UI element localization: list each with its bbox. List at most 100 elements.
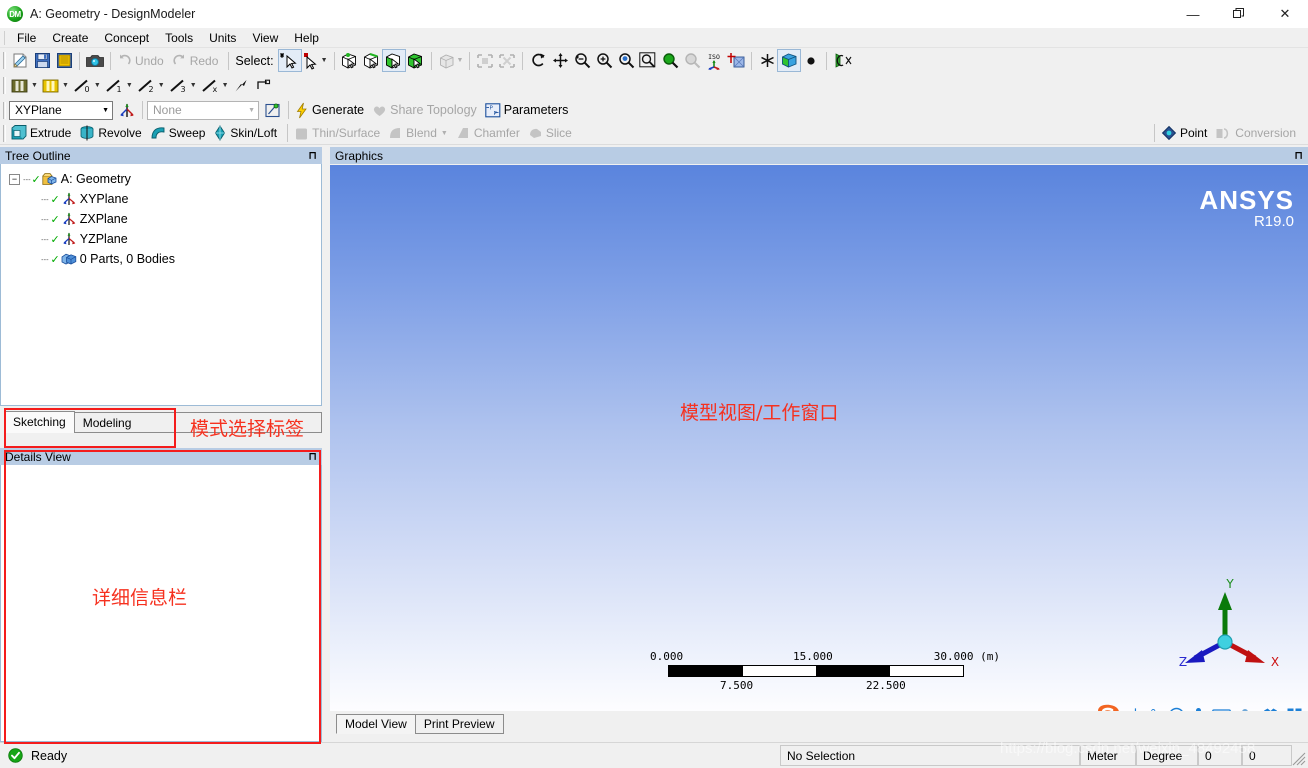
conversion-button[interactable]: Conversion: [1213, 123, 1302, 144]
wireframe-button[interactable]: [777, 49, 802, 72]
axis-triad[interactable]: Y Z X: [1175, 570, 1285, 680]
tree-pin-icon[interactable]: ⊓: [308, 149, 317, 162]
sweep-button[interactable]: Sweep: [148, 123, 212, 144]
share-topology-button[interactable]: Share Topology: [370, 100, 483, 121]
wireframe-icon: [782, 53, 797, 68]
tab-print-preview[interactable]: Print Preview: [414, 714, 504, 734]
pan-button[interactable]: [549, 50, 571, 71]
zoom-button[interactable]: [571, 50, 593, 71]
sketch-3-button[interactable]: 3 ▼: [167, 75, 199, 96]
plane-display-button[interactable]: ▼: [9, 75, 40, 96]
geometry-icon: [42, 173, 57, 185]
next-view-button[interactable]: [681, 50, 703, 71]
menu-create[interactable]: Create: [44, 29, 96, 47]
new-sketch-button[interactable]: [116, 100, 138, 121]
parameters-button[interactable]: P P Parameters: [483, 100, 575, 121]
new-icon: [13, 53, 27, 68]
select-face-button[interactable]: [381, 49, 406, 72]
face-sketch-button[interactable]: [253, 75, 275, 96]
select-edge-button[interactable]: [361, 50, 383, 71]
display-ruler-button[interactable]: [756, 50, 778, 71]
extend-selection-button[interactable]: ▼: [436, 50, 466, 71]
slice-button[interactable]: Slice: [526, 123, 578, 144]
body-select-icon: [408, 53, 422, 68]
sketch-projection-button[interactable]: [231, 75, 253, 96]
tab-modeling[interactable]: Modeling: [73, 412, 141, 433]
box-zoom-button[interactable]: [615, 50, 637, 71]
feature-toolbar-grip[interactable]: [3, 124, 6, 142]
sketch-1-button[interactable]: 1 ▼: [103, 75, 135, 96]
select-body-button[interactable]: [405, 50, 427, 71]
selection-filter-button[interactable]: ▼: [301, 50, 330, 71]
menu-help[interactable]: Help: [286, 29, 327, 47]
pan-icon: [552, 53, 568, 68]
zoom-in-button[interactable]: [593, 50, 615, 71]
tree-node-yzplane[interactable]: ┄ ✓ YZPlane: [1, 229, 321, 249]
menu-units[interactable]: Units: [201, 29, 244, 47]
new-plane-button[interactable]: ▼: [40, 75, 71, 96]
close-button[interactable]: ✕: [1262, 0, 1308, 28]
menu-concept[interactable]: Concept: [96, 29, 157, 47]
new-button[interactable]: [9, 50, 31, 71]
extrude-button[interactable]: Extrude: [9, 123, 77, 144]
toolbar-grip[interactable]: [3, 52, 6, 69]
chamfer-icon: [457, 127, 468, 138]
box-deselect-button[interactable]: [496, 50, 518, 71]
tree-node-parts-bodies[interactable]: ┄ ✓ 0 Parts, 0 Bodies: [1, 249, 321, 269]
plane-select[interactable]: XYPlane ▼: [9, 100, 113, 120]
tree-node-zxplane[interactable]: ┄ ✓ ZXPlane: [1, 209, 321, 229]
blend-button[interactable]: Blend ▼: [386, 123, 454, 144]
point-button[interactable]: Point: [1159, 123, 1213, 144]
display-points-button[interactable]: [800, 50, 822, 71]
iso-view-button[interactable]: ISO: [703, 50, 725, 71]
slice-icon: [529, 128, 541, 138]
tree-node-xyplane[interactable]: ┄ ✓ XYPlane: [1, 189, 321, 209]
edge-coloring-button[interactable]: [831, 50, 855, 71]
thin-surface-button[interactable]: Thin/Surface: [292, 123, 386, 144]
sketch-edit-button[interactable]: [262, 100, 284, 121]
status-unit-length-cell: Meter: [1080, 745, 1136, 766]
generate-toolbar-grip[interactable]: [3, 101, 6, 119]
menu-tools[interactable]: Tools: [157, 29, 201, 47]
redo-button[interactable]: Redo: [170, 50, 225, 71]
rotate-button[interactable]: [527, 50, 549, 71]
restore-button[interactable]: [1216, 0, 1262, 28]
scale-tick-30: 30.000 (m): [933, 650, 1000, 663]
svg-text:x: x: [212, 85, 217, 94]
skin-loft-button[interactable]: Skin/Loft: [211, 123, 283, 144]
tree-outline[interactable]: − ┄ ✓ A: Geometry ┄ ✓ XYPlane ┄ ✓ ZXPlan…: [0, 164, 322, 406]
magnifier-button[interactable]: [659, 50, 681, 71]
revolve-button[interactable]: Revolve: [77, 123, 147, 144]
resize-grip-icon[interactable]: [1292, 752, 1306, 766]
zoom-to-fit-button[interactable]: [637, 50, 659, 71]
single-select-button[interactable]: [277, 49, 302, 72]
sketch-0-button[interactable]: 0 ▼: [71, 75, 103, 96]
details-pin-icon[interactable]: ⊓: [308, 450, 317, 463]
box-select-button[interactable]: [474, 50, 496, 71]
minimize-button[interactable]: —: [1170, 0, 1216, 28]
sketch-select[interactable]: None ▼: [147, 100, 259, 120]
tab-sketching[interactable]: Sketching: [4, 411, 75, 433]
image-capture-button[interactable]: [84, 50, 106, 71]
menu-view[interactable]: View: [244, 29, 286, 47]
sketch-2-button[interactable]: 2 ▼: [135, 75, 167, 96]
triad-x-label: X: [1271, 655, 1279, 669]
save-button[interactable]: [31, 50, 53, 71]
sketch-x-button[interactable]: x ▼: [199, 75, 231, 96]
face-select-icon: [386, 53, 400, 69]
tree-expander[interactable]: −: [9, 173, 20, 185]
plane-toolbar-grip[interactable]: [3, 77, 6, 94]
look-at-button[interactable]: [725, 50, 747, 71]
chamfer-button[interactable]: Chamfer: [454, 123, 526, 144]
graphics-pin-icon[interactable]: ⊓: [1294, 149, 1303, 162]
graphics-viewport[interactable]: ANSYS R19.0 模型视图/工作窗口 Y Z X 0.000 15.000…: [330, 165, 1308, 725]
save-as-button[interactable]: [53, 50, 75, 71]
tab-model-view[interactable]: Model View: [336, 714, 416, 734]
generate-button[interactable]: Generate: [293, 100, 370, 121]
undo-button[interactable]: Undo: [115, 50, 170, 71]
sketch-1-icon: 1: [106, 79, 121, 94]
tree-node-geometry[interactable]: − ┄ ✓ A: Geometry: [1, 169, 321, 189]
box-select-icon: [477, 53, 494, 68]
select-vertex-button[interactable]: [339, 50, 361, 71]
menu-file[interactable]: File: [9, 29, 44, 47]
